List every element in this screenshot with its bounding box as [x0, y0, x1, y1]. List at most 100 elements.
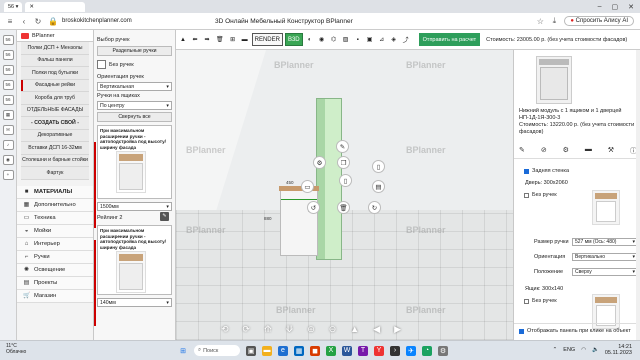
whatsapp-icon[interactable]: ◔ — [422, 345, 432, 356]
rotate-left-icon[interactable]: ↺ — [307, 201, 320, 214]
word-icon[interactable]: W — [342, 345, 352, 356]
redo-icon[interactable]: ➡ — [202, 33, 212, 46]
ask-alisa-button[interactable]: ● Спросить Алису AI — [564, 16, 634, 26]
section-handles[interactable]: ⌐ Ручки — [17, 250, 93, 264]
panel-scrollbar[interactable] — [636, 50, 640, 340]
share-icon[interactable]: ⤴ — [401, 33, 411, 46]
catalog-item[interactable]: Фальш панели — [21, 54, 89, 67]
clock[interactable]: 14:21 05.11.2023 — [605, 344, 632, 356]
settings-icon[interactable]: ⚙ — [313, 156, 326, 169]
separate-handles-button[interactable]: Раздельные ручки — [97, 46, 172, 56]
sidebar-badge-4[interactable]: 56 — [2, 80, 14, 90]
yandex-browser-icon[interactable]: Y — [374, 345, 384, 356]
reload-icon[interactable]: ↻ — [34, 17, 42, 26]
catalog-item[interactable]: Декоративные — [21, 129, 89, 142]
position-select[interactable]: Сверху — [572, 268, 638, 276]
lock-toolbar-icon[interactable]: ⌬ — [329, 33, 339, 46]
no-handles-door-option[interactable]: Без ручек — [524, 192, 557, 198]
section-lighting[interactable]: ✺ Освещение — [17, 263, 93, 277]
b3d-button[interactable]: B3D — [284, 33, 303, 46]
catalog-item[interactable]: ОТДЕЛЬНЫЕ ФАСАДЫ — [21, 104, 89, 117]
sidebar-badge-3[interactable]: 56 — [2, 65, 14, 75]
store-icon[interactable]: ▦ — [294, 345, 304, 356]
language-indicator[interactable]: ENG — [563, 347, 575, 353]
no-handles-checkbox[interactable] — [97, 60, 106, 69]
show-panel-checkbox[interactable] — [519, 328, 524, 334]
catalog-item[interactable]: Фасадные рейки — [21, 79, 89, 92]
select-arrow-icon[interactable]: ▲ — [178, 33, 188, 46]
weather-widget[interactable]: 11°C Облачно — [6, 343, 26, 355]
chat-icon[interactable]: ▪ — [353, 33, 363, 46]
handle-size-select[interactable]: 527 мм (Ось: 480) — [572, 238, 638, 246]
3d-viewport[interactable]: BPlanner BPlanner BPlanner BPlanner BPla… — [176, 50, 513, 340]
measure-icon[interactable]: ⊿ — [377, 33, 387, 46]
edit-pencil-icon[interactable]: ✎ — [160, 212, 169, 221]
telegram-icon[interactable]: ✈ — [406, 345, 416, 356]
tab-counter[interactable]: 56 ▾ — [4, 1, 23, 12]
edit-icon[interactable]: ✎ — [336, 140, 349, 153]
sidebar-music-icon[interactable]: ♪ — [2, 140, 14, 150]
settings-app-icon[interactable]: ⚙ — [438, 345, 448, 356]
bookmark-icon[interactable]: ☆ — [536, 17, 544, 26]
rotate-icon[interactable]: ▯ — [372, 160, 385, 173]
no-handles-drawer-option[interactable]: Без ручек — [524, 298, 557, 304]
show-panel-option[interactable]: Отображать панель при клике на объект — [519, 328, 631, 334]
pan-up-icon[interactable]: ▲ — [350, 324, 359, 335]
volume-icon[interactable]: 🔈 — [592, 347, 599, 353]
back-wall-option[interactable]: Задняя стенка — [524, 168, 569, 174]
trash-icon[interactable]: 🗑 — [337, 201, 350, 214]
base-cabinet[interactable] — [279, 186, 319, 256]
grid-icon[interactable]: ⊞ — [228, 33, 238, 46]
catalog-item[interactable]: Вставки ДСП 16-32мм — [21, 142, 89, 155]
gear-icon[interactable]: ⚙ — [563, 146, 569, 156]
send-for-calculation-button[interactable]: Отправить на расчет — [418, 33, 481, 46]
undo-icon[interactable]: ⬅ — [190, 33, 200, 46]
download-icon[interactable]: ⤓ — [550, 16, 558, 26]
texture-icon[interactable]: ▨ — [341, 33, 351, 46]
section-appliances[interactable]: ▭ Техника — [17, 211, 93, 225]
section-sinks[interactable]: ◒ Мойки — [17, 224, 93, 238]
explorer-icon[interactable]: ▬ — [262, 345, 272, 356]
handle-card[interactable]: При максимальном расширении ручки - авто… — [97, 125, 172, 199]
url-field[interactable]: broskokitchenplanner.com — [62, 18, 132, 24]
orbit-left-icon[interactable]: ⟲ — [221, 324, 229, 335]
menu-icon[interactable]: ≡ — [6, 17, 14, 26]
tilt-down-icon[interactable]: ⟱ — [286, 324, 294, 335]
orientation-select[interactable]: Вертикальная — [97, 82, 172, 91]
render-button[interactable]: RENDER — [251, 33, 283, 46]
align-select[interactable]: По центру — [97, 101, 172, 110]
section-shop[interactable]: 🛒 Магазин — [17, 289, 93, 303]
size-select[interactable]: 1500мм — [97, 202, 172, 211]
active-tab[interactable]: ✕ — [25, 1, 86, 12]
catalog-item[interactable]: Полки под бутылки — [21, 67, 89, 80]
no-handles-door-checkbox[interactable] — [524, 192, 529, 198]
tray-chevron-icon[interactable]: ⌃ — [553, 347, 558, 353]
minimize-icon[interactable]: – — [598, 3, 602, 11]
image-icon[interactable]: ▣ — [365, 33, 375, 46]
rail-card[interactable]: При максимальном расширении ручки - авто… — [97, 225, 172, 295]
catalog-item[interactable]: Столешни и барные стойки — [21, 154, 89, 167]
sidebar-mail-icon[interactable]: ✉ — [2, 125, 14, 135]
pan-right-icon[interactable]: ▶ — [394, 324, 401, 335]
hammer-icon[interactable]: ⚒ — [608, 146, 614, 156]
excel-icon[interactable]: X — [326, 345, 336, 356]
task-view-icon[interactable]: ▣ — [246, 345, 256, 356]
back-icon[interactable]: ‹ — [20, 17, 28, 26]
orbit-right-icon[interactable]: ⟳ — [243, 324, 251, 335]
section-interior[interactable]: ⌂ Интерьер — [17, 237, 93, 251]
sidebar-badge-5[interactable]: 56 — [2, 95, 14, 105]
office-icon[interactable]: ◼ — [310, 345, 320, 356]
door-icon[interactable]: ▯ — [339, 174, 352, 187]
section-materials[interactable]: ■ МАТЕРИАЛЫ — [17, 185, 93, 199]
orientation-select[interactable]: Вертикально — [572, 253, 638, 261]
windows-start-icon[interactable]: ⊞ — [178, 346, 188, 356]
eye-icon[interactable]: ◉ — [317, 33, 327, 46]
sidebar-badge-2[interactable]: 56 — [2, 50, 14, 60]
catalog-item[interactable]: Фартук — [21, 167, 89, 180]
catalog-item[interactable]: - СОЗДАТЬ СВОЙ - — [21, 117, 89, 130]
sidebar-badge-1[interactable]: 56 — [2, 35, 14, 45]
tilt-up-icon[interactable]: ⟰ — [264, 324, 272, 335]
save-icon[interactable]: ▤ — [372, 180, 385, 193]
rotate-right-icon[interactable]: ↻ — [368, 201, 381, 214]
zoom-in-icon[interactable]: ⊕ — [307, 324, 315, 335]
